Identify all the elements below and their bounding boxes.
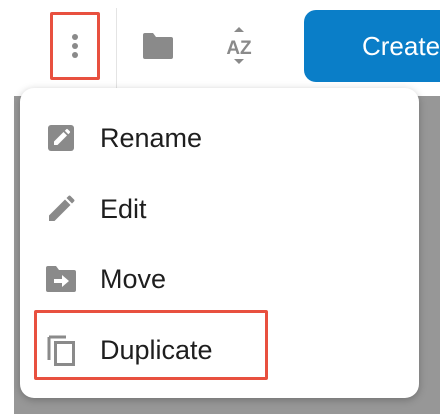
menu-item-move[interactable]: Move: [20, 249, 419, 309]
menu-item-edit[interactable]: Edit: [20, 179, 419, 239]
sort-label: AZ: [226, 38, 252, 59]
create-button-label: Create: [362, 31, 440, 61]
options-menu: Rename Edit Move Duplicate: [20, 88, 419, 398]
menu-item-rename[interactable]: Rename: [20, 108, 419, 168]
menu-item-label: Edit: [100, 194, 147, 224]
toolbar-divider: [116, 8, 117, 88]
backdrop-edge: [0, 96, 14, 414]
menu-item-duplicate[interactable]: Duplicate: [20, 320, 419, 380]
menu-item-label: Move: [100, 264, 167, 294]
rename-icon: [44, 121, 78, 155]
menu-item-label: Duplicate: [100, 335, 213, 365]
vertical-ellipsis-icon: [72, 34, 78, 58]
pencil-icon: [44, 192, 78, 226]
move-folder-icon: [44, 262, 78, 296]
folder-button[interactable]: [136, 28, 180, 64]
create-button[interactable]: Create: [304, 10, 440, 82]
more-options-button[interactable]: [50, 12, 100, 80]
duplicate-icon: [44, 333, 78, 367]
sort-az-icon: AZ: [226, 27, 252, 64]
app-screen: AZ Create Rename Edit Move Duplicate: [0, 0, 440, 414]
sort-button[interactable]: AZ: [214, 24, 264, 68]
folder-icon: [143, 33, 173, 59]
menu-item-label: Rename: [100, 123, 203, 153]
